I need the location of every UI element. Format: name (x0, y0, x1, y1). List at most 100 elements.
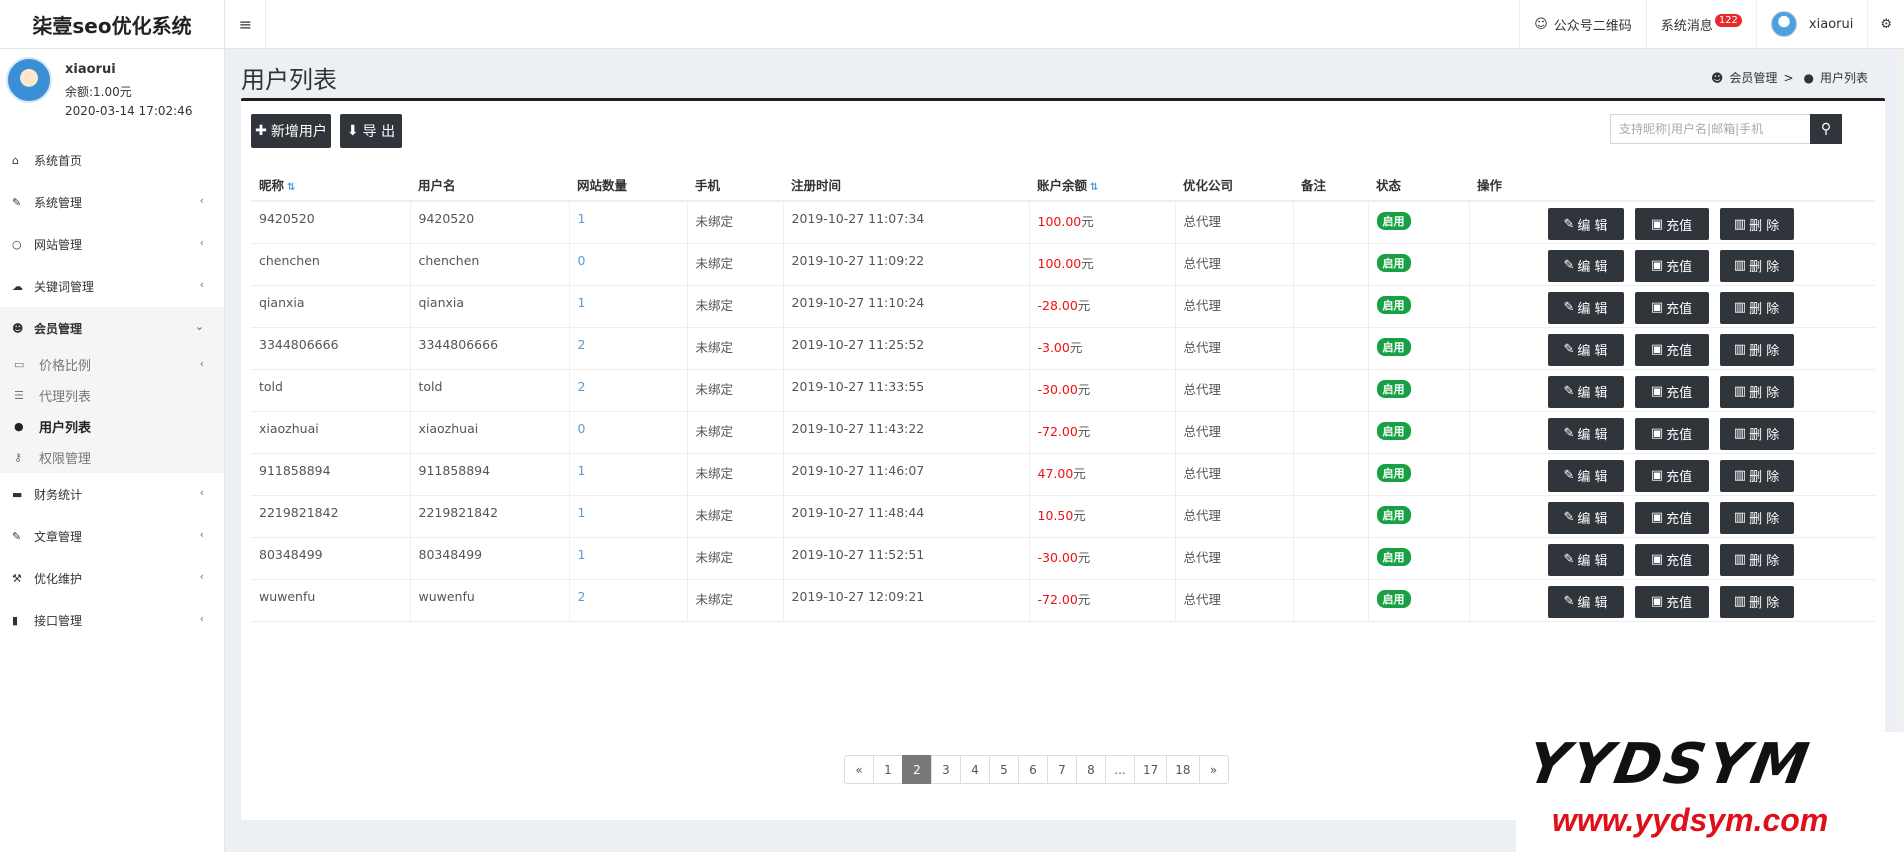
sidebar-item-keywords[interactable]: ☁ 关键词管理 ‹ (0, 265, 224, 307)
recharge-button[interactable]: ▣ 充值 (1634, 585, 1709, 618)
edit-button[interactable]: ✎ 编 辑 (1547, 501, 1624, 534)
page-link[interactable]: 6 (1018, 755, 1048, 784)
column-header[interactable]: 昵称 ⇅ (251, 169, 410, 202)
users-icon: ☻ (1710, 70, 1724, 85)
page-link[interactable]: 2 (902, 755, 932, 784)
sort-icon[interactable]: ⇅ (1090, 182, 1098, 193)
delete-button[interactable]: ▥ 删 除 (1719, 208, 1794, 240)
recharge-button[interactable]: ▣ 充值 (1634, 375, 1709, 408)
status-badge[interactable]: 启用 (1376, 505, 1411, 524)
delete-button[interactable]: ▥ 删 除 (1719, 417, 1794, 450)
cell-actions: ✎ 编 辑 ▣ 充值 ▥ 删 除 (1468, 453, 1875, 496)
edit-button[interactable]: ✎ 编 辑 (1547, 375, 1624, 408)
cell-username: wuwenfu (409, 579, 569, 622)
recharge-button[interactable]: ▣ 充值 (1634, 501, 1709, 534)
site-count-link[interactable]: 1 (578, 211, 586, 226)
status-badge[interactable]: 启用 (1376, 295, 1411, 314)
sidebar-item-finance[interactable]: ▬ 财务统计 ‹ (0, 473, 224, 515)
page-link[interactable]: 18 (1166, 755, 1200, 784)
page-link[interactable]: 1 (873, 755, 903, 784)
status-badge[interactable]: 启用 (1376, 589, 1411, 608)
edit-button[interactable]: ✎ 编 辑 (1547, 543, 1624, 576)
status-badge[interactable]: 启用 (1376, 547, 1411, 566)
app-title[interactable]: 柒壹seo优化系统 (0, 0, 225, 48)
sidebar-item-maintenance[interactable]: ⚒ 优化维护 ‹ (0, 557, 224, 599)
sidebar-item-api[interactable]: ▮ 接口管理 ‹ (0, 599, 224, 641)
cell-register-time: 2019-10-27 11:10:24 (782, 285, 1029, 328)
edit-label: 编 辑 (1577, 470, 1608, 485)
search-input[interactable] (1610, 114, 1810, 144)
page-link[interactable]: 3 (931, 755, 961, 784)
sidebar-item-articles[interactable]: ✎ 文章管理 ‹ (0, 515, 224, 557)
site-count-link[interactable]: 0 (578, 253, 586, 268)
sort-icon[interactable]: ⇅ (287, 182, 295, 193)
status-badge[interactable]: 启用 (1376, 379, 1411, 398)
export-button[interactable]: ⬇ 导 出 (340, 114, 402, 148)
status-badge[interactable]: 启用 (1376, 463, 1411, 482)
user-menu[interactable]: xiaorui (1755, 0, 1867, 48)
page-link[interactable]: 7 (1047, 755, 1077, 784)
table-body: 9420520 9420520 1 未绑定 2019-10-27 11:07:34 100… (251, 201, 1875, 622)
page-link[interactable]: 4 (960, 755, 990, 784)
cell-balance: 100.00元 (1028, 201, 1175, 244)
recharge-button[interactable]: ▣ 充值 (1634, 417, 1709, 450)
edit-button[interactable]: ✎ 编 辑 (1547, 417, 1624, 450)
status-badge[interactable]: 启用 (1376, 337, 1411, 356)
page-link[interactable]: 8 (1076, 755, 1106, 784)
column-header[interactable]: 账户余额 ⇅ (1029, 169, 1175, 202)
site-count-link[interactable]: 1 (578, 463, 586, 478)
search-button[interactable]: ⚲ (1810, 114, 1842, 144)
status-badge[interactable]: 启用 (1376, 421, 1411, 440)
status-badge[interactable]: 启用 (1376, 253, 1411, 272)
edit-button[interactable]: ✎ 编 辑 (1547, 291, 1624, 324)
cell-nick: chenchen (251, 243, 410, 286)
delete-button[interactable]: ▥ 删 除 (1719, 543, 1794, 576)
recharge-button[interactable]: ▣ 充值 (1634, 249, 1709, 282)
edit-button[interactable]: ✎ 编 辑 (1547, 459, 1624, 492)
site-count-link[interactable]: 1 (578, 505, 586, 520)
page-link[interactable]: ... (1105, 755, 1135, 784)
page-link[interactable]: « (844, 755, 874, 784)
recharge-label: 充值 (1666, 512, 1693, 527)
edit-button[interactable]: ✎ 编 辑 (1547, 585, 1624, 618)
delete-button[interactable]: ▥ 删 除 (1719, 459, 1794, 492)
sidebar-item-system[interactable]: ✎ 系统管理 ‹ (0, 181, 224, 223)
delete-button[interactable]: ▥ 删 除 (1719, 585, 1794, 618)
recharge-button[interactable]: ▣ 充值 (1634, 333, 1709, 366)
settings-gear-icon[interactable]: ⚙ (1867, 0, 1904, 48)
status-badge[interactable]: 启用 (1376, 212, 1411, 230)
add-user-button[interactable]: ✚ 新增用户 (251, 114, 331, 148)
site-count-link[interactable]: 0 (578, 421, 586, 436)
sidebar-item-members[interactable]: ☻ 会员管理 ⌄ (0, 307, 224, 349)
recharge-button[interactable]: ▣ 充值 (1634, 208, 1709, 240)
sidebar-subitem-permissions[interactable]: ⚷ 权限管理 (0, 442, 224, 473)
site-count-link[interactable]: 2 (578, 589, 586, 604)
sidebar-subitem-user-list[interactable]: ● 用户列表 (0, 411, 224, 442)
page-link[interactable]: 5 (989, 755, 1019, 784)
page-link[interactable]: » (1198, 755, 1229, 784)
wechat-qrcode-link[interactable]: ☺ 公众号二维码 (1519, 0, 1646, 48)
site-count-link[interactable]: 2 (578, 337, 586, 352)
sidebar-item-home[interactable]: ⌂ 系统首页 (0, 139, 224, 181)
sidebar-item-websites[interactable]: ○ 网站管理 ‹ (0, 223, 224, 265)
site-count-link[interactable]: 2 (578, 379, 586, 394)
sidebar-subitem-price-ratio[interactable]: ▭ 价格比例 ‹ (0, 349, 224, 380)
delete-button[interactable]: ▥ 删 除 (1719, 375, 1794, 408)
recharge-button[interactable]: ▣ 充值 (1634, 543, 1709, 576)
recharge-button[interactable]: ▣ 充值 (1634, 459, 1709, 492)
delete-button[interactable]: ▥ 删 除 (1719, 333, 1794, 366)
sidebar-subitem-agent-list[interactable]: ☰ 代理列表 (0, 380, 224, 411)
edit-button[interactable]: ✎ 编 辑 (1547, 249, 1624, 282)
breadcrumb-parent[interactable]: 会员管理 (1729, 69, 1777, 86)
page-link[interactable]: 17 (1134, 755, 1168, 784)
recharge-button[interactable]: ▣ 充值 (1634, 291, 1709, 324)
delete-button[interactable]: ▥ 删 除 (1719, 501, 1794, 534)
edit-button[interactable]: ✎ 编 辑 (1547, 208, 1624, 240)
edit-button[interactable]: ✎ 编 辑 (1547, 333, 1624, 366)
delete-button[interactable]: ▥ 删 除 (1719, 249, 1794, 282)
messages-link[interactable]: 系统消息 122 (1645, 0, 1756, 48)
site-count-link[interactable]: 1 (578, 547, 586, 562)
delete-button[interactable]: ▥ 删 除 (1719, 291, 1794, 324)
menu-toggle-icon[interactable]: ≡ (226, 0, 266, 48)
site-count-link[interactable]: 1 (578, 295, 586, 310)
